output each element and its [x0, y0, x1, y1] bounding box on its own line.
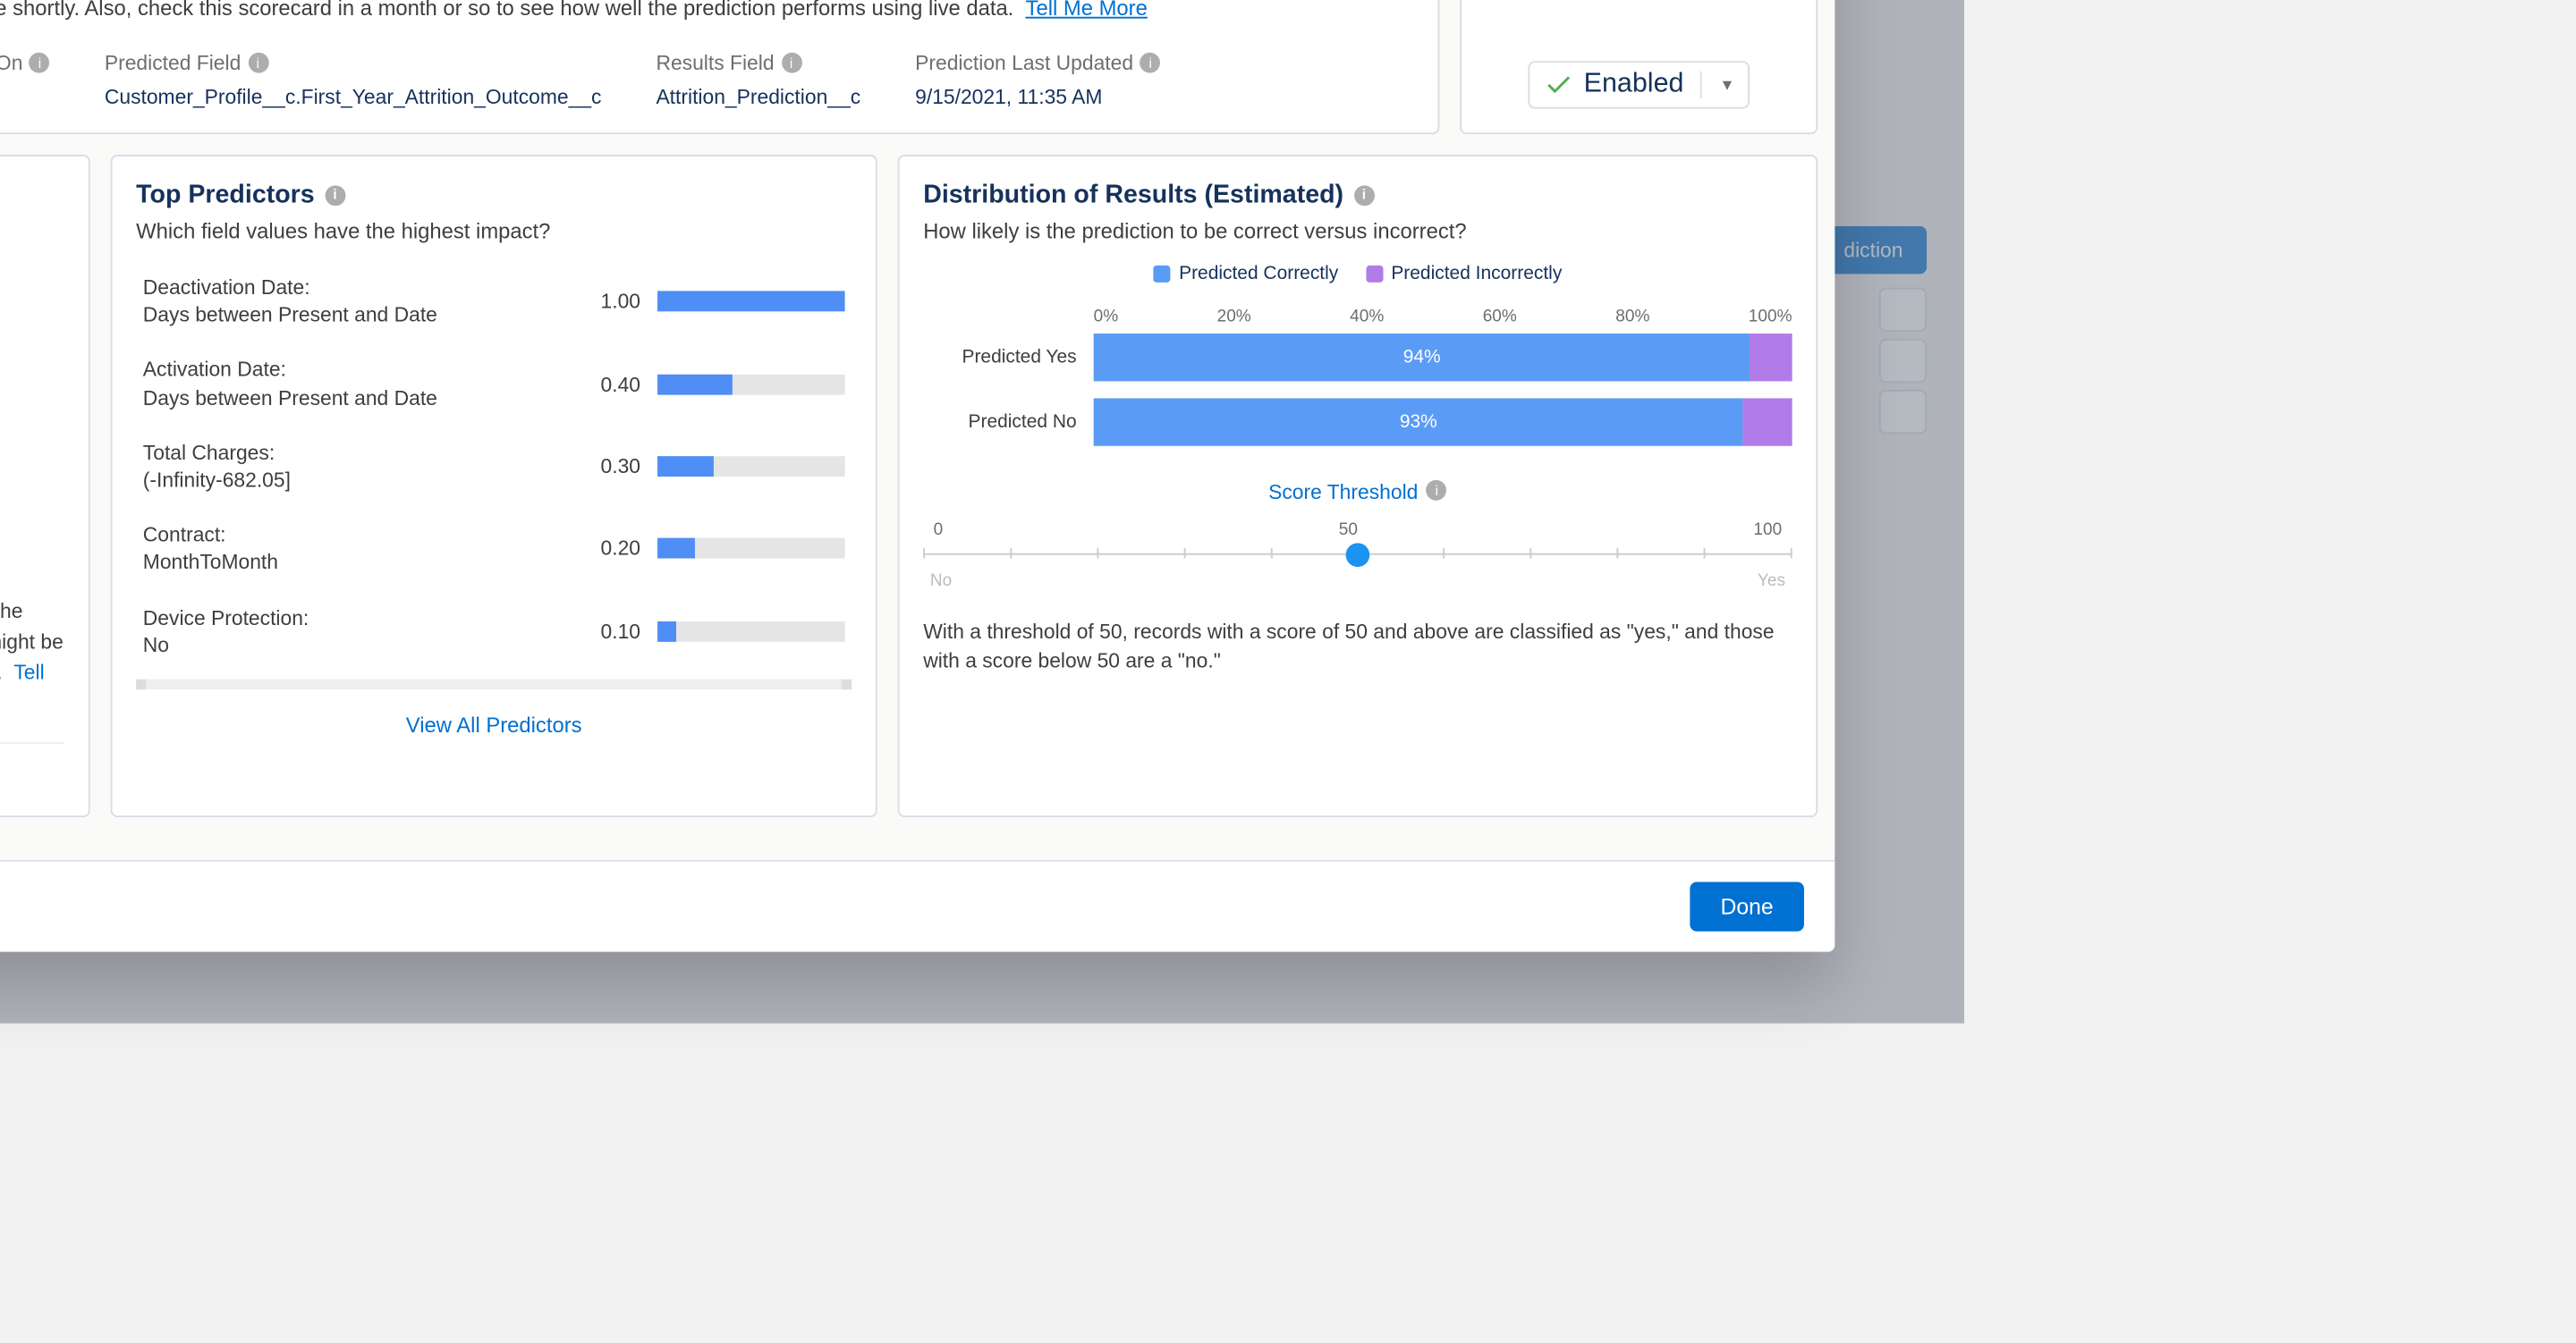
meta-updated-value: 9/15/2021, 11:35 AM: [915, 85, 1160, 109]
prediction-quality-card: Prediction Quality (Estimated)i How well…: [0, 155, 90, 817]
distribution-card: Distribution of Results (Estimated)i How…: [898, 155, 1818, 817]
info-icon[interactable]: i: [781, 53, 801, 73]
modal-footer: Done: [0, 860, 1835, 952]
distribution-label: Predicted No: [923, 412, 1076, 433]
info-icon[interactable]: i: [248, 53, 268, 73]
predictor-row[interactable]: Deactivation Date:Days between Present a…: [136, 260, 852, 342]
scorecard-modal: Attrit_In_First_Year Scorecard Overview …: [0, 0, 1835, 951]
predictor-value: 0.40: [555, 372, 640, 396]
chevron-down-icon: ▼: [1719, 76, 1734, 93]
info-icon[interactable]: i: [1427, 480, 1447, 501]
info-icon[interactable]: i: [1354, 184, 1375, 205]
meta-results-value: Attrition_Prediction__c: [656, 85, 860, 109]
view-quality-tips-link[interactable]: View Quality Tips: [0, 768, 64, 792]
enable-status-dropdown[interactable]: Enabled ▼: [1528, 61, 1750, 108]
distribution-row: Predicted No 93%: [923, 398, 1792, 445]
distribution-sub: How likely is the prediction to be corre…: [923, 219, 1792, 243]
predictor-value: 0.10: [555, 619, 640, 643]
done-button[interactable]: Done: [1690, 882, 1804, 931]
top-predictors-card: Top Predictorsi Which field values have …: [111, 155, 877, 817]
predictor-bar: [657, 291, 845, 312]
banner-card: Some results are available now Scores ar…: [0, 0, 1439, 134]
view-all-predictors-link[interactable]: View All Predictors: [136, 714, 852, 738]
predictor-value: 0.20: [555, 536, 640, 561]
threshold-text: With a threshold of 50, records with a s…: [923, 618, 1792, 675]
enable-prediction-card: Enable Predictioni Enabled ▼: [1460, 0, 1818, 134]
predictor-name: Device Protection:No: [143, 604, 538, 659]
predictor-value: 0.30: [555, 454, 640, 478]
tell-me-more-link[interactable]: Tell Me More: [1026, 0, 1148, 21]
predictors-sub: Which field values have the highest impa…: [136, 219, 852, 243]
info-icon[interactable]: i: [1140, 53, 1161, 73]
horizontal-scrollbar[interactable]: [136, 679, 852, 688]
predictor-name: Total Charges:(-Infinity-682.05]: [143, 439, 538, 494]
threshold-slider[interactable]: [923, 553, 1792, 555]
distribution-bar: 94%: [1094, 334, 1792, 381]
predictor-row[interactable]: Contract:MonthToMonth 0.20: [136, 508, 852, 590]
prediction-meta: TypeiYes/No Predicted ObjectiCustomer_Pr…: [0, 51, 1414, 109]
modal-overlay: ✕ Attrit_In_First_Year Scorecard Overvie…: [0, 0, 1964, 1023]
predictor-bar: [657, 621, 845, 641]
distribution-label: Predicted Yes: [923, 347, 1076, 367]
check-icon: [1543, 70, 1573, 100]
predictor-bar: [657, 538, 845, 559]
predictor-name: Activation Date:Days between Present and…: [143, 357, 538, 412]
predictor-bar: [657, 456, 845, 477]
predictor-row[interactable]: Activation Date:Days between Present and…: [136, 342, 852, 425]
meta-field-value: Customer_Profile__c.First_Year_Attrition…: [105, 85, 602, 109]
predictor-value: 1.00: [555, 290, 640, 314]
threshold-title: Score Threshold: [1268, 480, 1418, 504]
banner-text: Scores are available on records, or will…: [0, 0, 1414, 21]
predictor-name: Contract:MonthToMonth: [143, 521, 538, 577]
enable-status: Enabled: [1584, 70, 1684, 100]
quality-sub: How well does this prediction perform?: [0, 219, 64, 243]
distribution-row: Predicted Yes 94%: [923, 334, 1792, 381]
predictor-bar: [657, 374, 845, 394]
predictor-row[interactable]: Total Charges:(-Infinity-682.05] 0.30: [136, 425, 852, 507]
slider-thumb[interactable]: [1346, 543, 1370, 567]
info-icon[interactable]: i: [30, 53, 50, 73]
distribution-legend: Predicted Correctly Predicted Incorrectl…: [923, 264, 1792, 284]
predictor-row[interactable]: Device Protection:No 0.10: [136, 590, 852, 672]
quality-body: Before your prediction is running on liv…: [0, 565, 64, 718]
info-icon[interactable]: i: [325, 184, 345, 205]
tell-me-more-link[interactable]: Tell Me More: [0, 661, 45, 715]
distribution-bar: 93%: [1094, 398, 1792, 445]
predictor-name: Deactivation Date:Days between Present a…: [143, 274, 538, 329]
meta-based-value: Field: [0, 85, 50, 109]
